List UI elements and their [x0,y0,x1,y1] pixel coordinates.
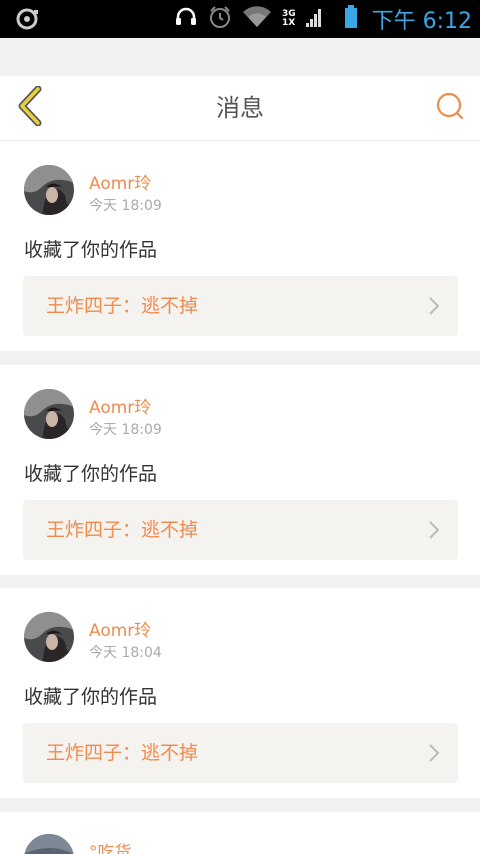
avatar[interactable] [24,165,74,215]
message-card: Aomr玲 今天 18:04 收藏了你的作品 王炸四子：逃不掉 [0,588,480,798]
username-link[interactable]: Aomr玲 [89,616,151,641]
message-action-text: 收藏了你的作品 [24,239,158,261]
network-type-label: 3G 1X [282,10,296,28]
status-bar: 3G 1X 下午 6:12 [0,0,480,38]
chevron-right-icon [428,743,440,767]
work-title: 王炸四子：逃不掉 [46,742,199,764]
alarm-icon [208,5,232,33]
username-link[interactable]: Aomr玲 [89,169,151,194]
signal-icon [305,6,322,32]
message-card: Aomr玲 今天 18:09 收藏了你的作品 王炸四子：逃不掉 [0,141,480,351]
message-card: Aomr玲 今天 18:09 收藏了你的作品 王炸四子：逃不掉 [0,365,480,575]
username-link[interactable]: Aomr玲 [89,393,151,418]
chevron-right-icon [428,296,440,320]
work-link[interactable]: 王炸四子：逃不掉 [23,276,458,336]
username-link[interactable]: °吃货 [89,838,132,854]
network-bottom-label: 1X [281,18,296,28]
search-icon [435,91,465,125]
avatar[interactable] [24,612,74,662]
message-time: 今天 18:04 [89,645,162,661]
message-card: °吃货 [0,812,480,854]
wifi-icon [242,5,272,33]
header-bar: 消息 [0,76,480,141]
headset-icon [174,5,198,33]
message-time: 今天 18:09 [89,198,162,214]
chevron-right-icon [428,520,440,544]
page-title: 消息 [216,94,264,122]
avatar[interactable] [24,389,74,439]
work-link[interactable]: 王炸四子：逃不掉 [23,500,458,560]
work-title: 王炸四子：逃不掉 [46,295,199,317]
work-title: 王炸四子：逃不掉 [46,519,199,541]
battery-icon [344,5,358,33]
notification-icon [14,8,40,34]
avatar[interactable] [24,834,74,854]
message-action-text: 收藏了你的作品 [24,463,158,485]
message-time: 今天 18:09 [89,422,162,438]
message-action-text: 收藏了你的作品 [24,686,158,708]
work-link[interactable]: 王炸四子：逃不掉 [23,723,458,783]
status-clock: 下午 6:12 [371,9,472,34]
search-button[interactable] [432,90,468,126]
